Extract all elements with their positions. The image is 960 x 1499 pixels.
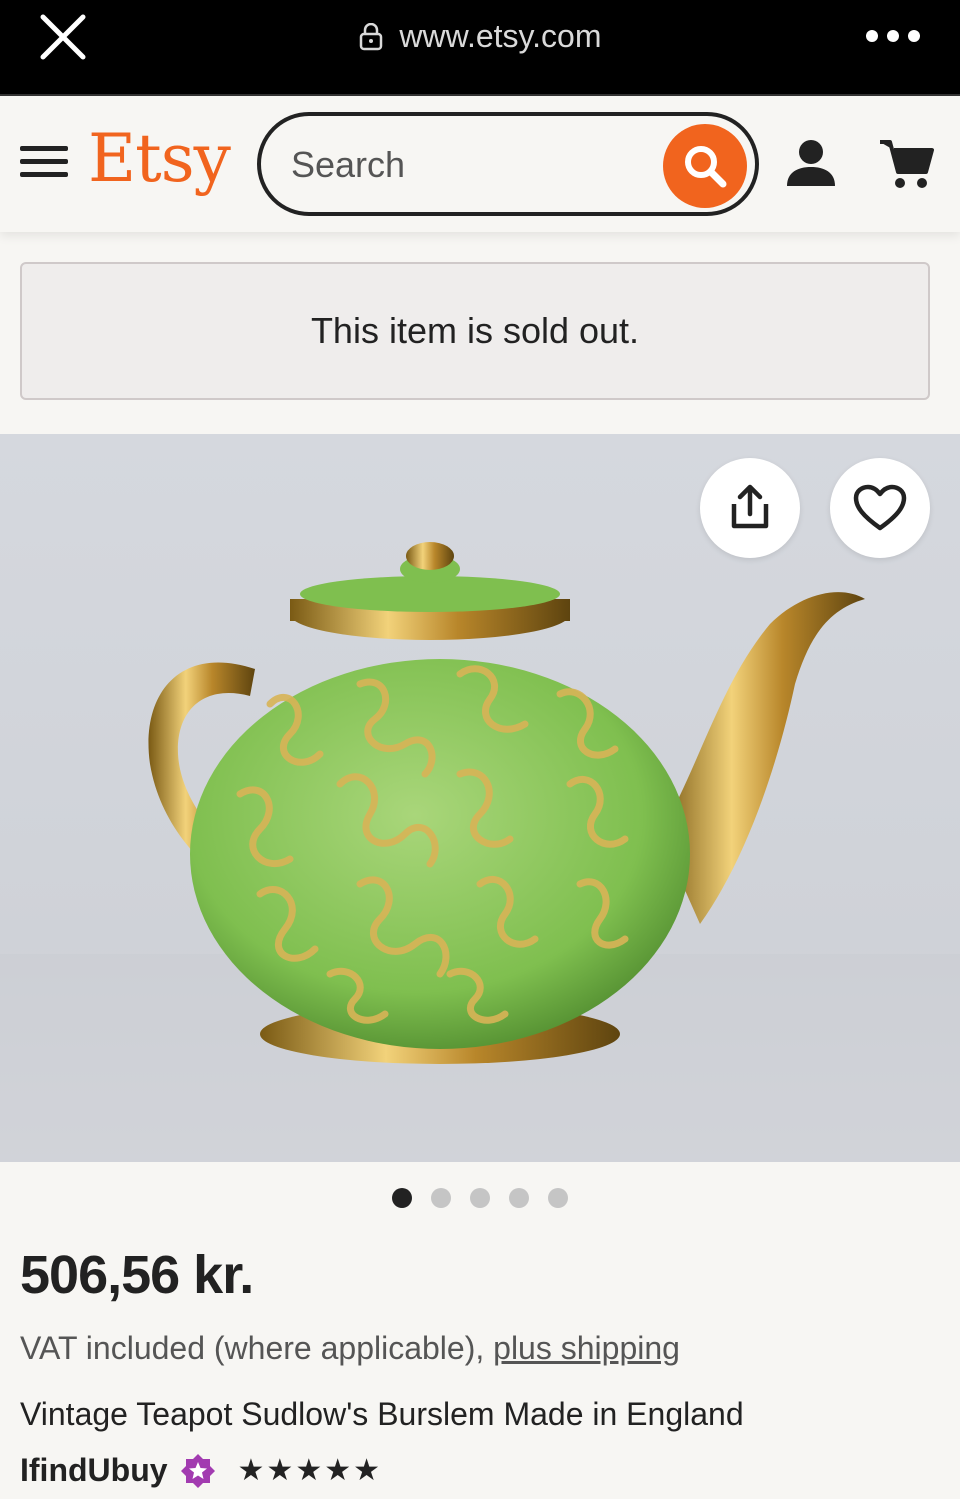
star-seller-badge-icon: [180, 1453, 215, 1488]
lock-icon: [359, 22, 382, 50]
carousel-dot[interactable]: [548, 1188, 568, 1208]
url-text: www.etsy.com: [399, 18, 602, 55]
menu-icon[interactable]: [20, 146, 68, 182]
user-icon[interactable]: [784, 136, 838, 190]
product-price: 506,56 kr.: [20, 1245, 254, 1305]
share-button[interactable]: [700, 458, 800, 558]
browser-bar: www.etsy.com: [0, 0, 960, 96]
search-bar: [257, 112, 759, 216]
carousel-dot[interactable]: [392, 1188, 412, 1208]
carousel-dot[interactable]: [509, 1188, 529, 1208]
cart-icon[interactable]: [878, 136, 934, 190]
share-icon: [731, 484, 769, 529]
search-input[interactable]: [291, 140, 651, 190]
teapot-photo: [0, 542, 960, 1162]
vat-text: VAT included (where applicable),: [20, 1330, 494, 1366]
rating-stars: ★★★★★: [237, 1454, 383, 1487]
carousel-dot[interactable]: [431, 1188, 451, 1208]
shop-name-link[interactable]: IfindUbuy: [20, 1452, 168, 1489]
search-icon: [685, 146, 727, 188]
site-header: Etsy: [0, 96, 960, 232]
favorite-button[interactable]: [830, 458, 930, 558]
product-image[interactable]: [0, 434, 960, 1162]
heart-icon: [853, 484, 907, 531]
vat-notice: VAT included (where applicable), plus sh…: [20, 1330, 680, 1367]
carousel-indicator[interactable]: [0, 1188, 960, 1208]
shop-row: IfindUbuy ★★★★★: [20, 1452, 382, 1489]
carousel-dot[interactable]: [470, 1188, 490, 1208]
shipping-link[interactable]: plus shipping: [493, 1330, 680, 1366]
product-title: Vintage Teapot Sudlow's Burslem Made in …: [20, 1396, 744, 1432]
sold-out-notice: This item is sold out.: [20, 262, 930, 400]
etsy-logo[interactable]: Etsy: [88, 120, 231, 197]
more-options-icon[interactable]: [866, 30, 920, 42]
search-button[interactable]: [663, 124, 747, 208]
address-bar[interactable]: www.etsy.com: [0, 16, 960, 55]
